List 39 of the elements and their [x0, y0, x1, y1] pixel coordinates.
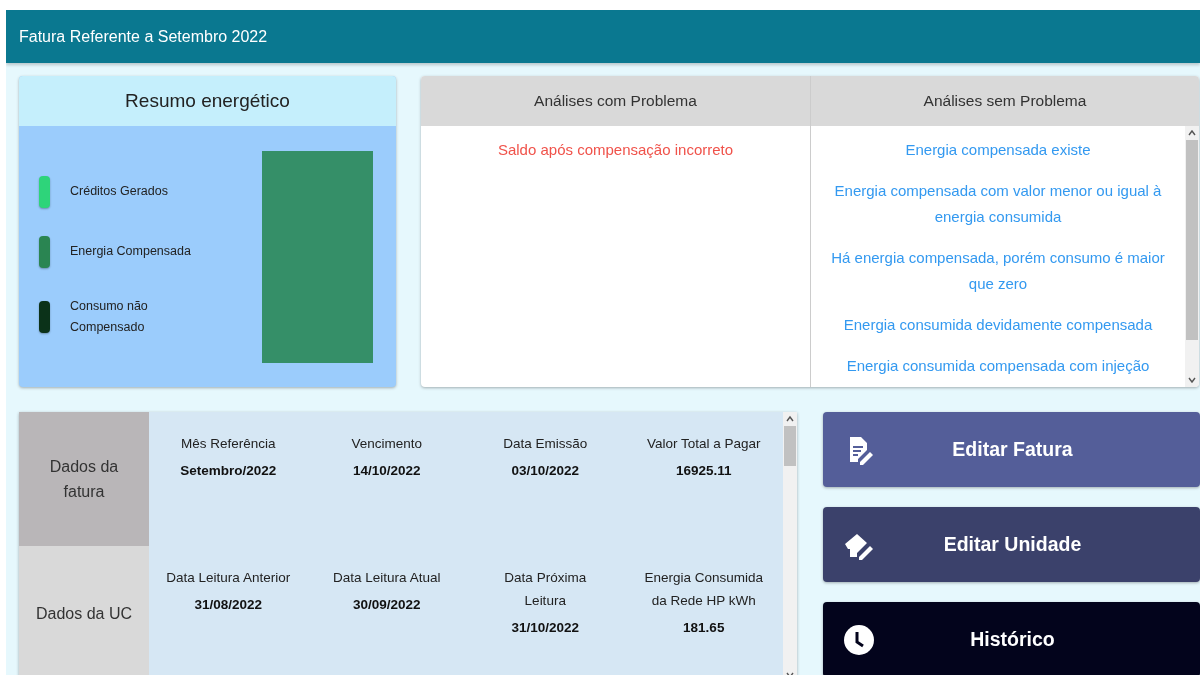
- field-value: 181.65: [683, 620, 725, 635]
- field-value: Setembro/2022: [180, 463, 277, 478]
- field-label: Energia Consumida da Rede HP kWh: [643, 569, 765, 610]
- field-value: 31/08/2022: [194, 597, 263, 612]
- column-title: Análises sem Problema: [923, 92, 1087, 110]
- scrollbar-thumb[interactable]: [784, 426, 796, 466]
- field-label: Data Emissão: [503, 435, 588, 453]
- field-value: 31/10/2022: [511, 620, 580, 635]
- column-title: Análises com Problema: [534, 92, 697, 110]
- analysis-item: Energia compensada com valor menor ou igual à energia consumida: [833, 181, 1163, 227]
- section-tab[interactable]: Dados da fatura: [19, 412, 149, 546]
- field-label: Data Leitura Atual: [333, 569, 441, 587]
- field-label: Valor Total a Pagar: [646, 435, 761, 453]
- card-title: Resumo energético: [125, 90, 290, 112]
- legend-label: Créditos Gerados: [70, 183, 169, 200]
- scrollbar-thumb[interactable]: [1186, 140, 1198, 340]
- analysis-item: Energia consumida compensada com injeção: [846, 356, 1150, 376]
- section-tab[interactable]: Dados da UC: [19, 546, 149, 675]
- legend-label: Energia Compensada: [70, 243, 192, 260]
- field-label: Data Leitura Anterior: [166, 569, 291, 587]
- field-value: 30/09/2022: [352, 597, 421, 612]
- action-button[interactable]: Editar Fatura: [823, 412, 1200, 487]
- action-button[interactable]: Histórico: [823, 602, 1200, 675]
- action-button[interactable]: Editar Unidade: [823, 507, 1200, 582]
- page-title: Fatura Referente a Setembro 2022: [19, 27, 268, 46]
- field-label: Data Próxima Leitura: [503, 569, 588, 610]
- analysis-item: Energia compensada existe: [905, 140, 1091, 160]
- field-value: 16925.11: [675, 463, 732, 478]
- field-label: Vencimento: [351, 435, 422, 453]
- scrollbar[interactable]: [1185, 126, 1199, 387]
- clock-icon: [843, 623, 875, 656]
- analysis-item: Há energia compensada, porém consumo é maior que zero: [830, 248, 1166, 294]
- analysis-item: Energia consumida devidamente compensada: [843, 315, 1153, 335]
- scrollbar[interactable]: [783, 412, 797, 675]
- legend-label: Consumo não Compensado: [70, 297, 149, 336]
- analysis-item: Saldo após compensação incorreto: [497, 140, 734, 160]
- field-value: 03/10/2022: [511, 463, 580, 478]
- field-value: 14/10/2022: [352, 463, 421, 478]
- field-label: Mês Referência: [180, 435, 276, 453]
